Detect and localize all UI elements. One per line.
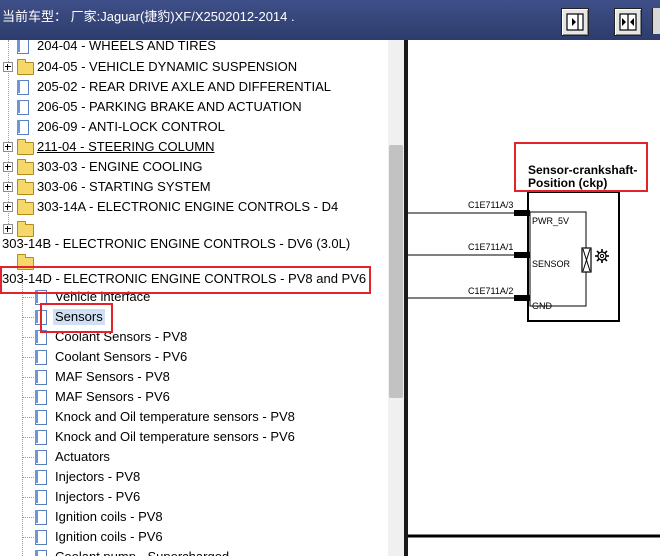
tree-child-label: Ignition coils - PV6: [55, 529, 163, 544]
service-tree: 204-04 - WHEELS AND TIRES 204-05 - VEHIC…: [0, 40, 388, 556]
tree-item-206-09[interactable]: 206-09 - ANTI-LOCK CONTROL: [0, 117, 388, 137]
tree-item-211-04[interactable]: 211-04 - STEERING COLUMN: [0, 137, 388, 157]
expand-plus-icon[interactable]: [3, 142, 13, 152]
expand-plus-icon[interactable]: [3, 162, 13, 172]
document-icon: [35, 510, 47, 525]
highlight-box-component: [514, 142, 648, 192]
tree-child-coolant-pump-supercharged[interactable]: Coolant pump - Supercharged: [0, 547, 388, 556]
tree-child-maf-sensors-pv6[interactable]: MAF Sensors - PV6: [0, 387, 388, 407]
tree-item-303-06[interactable]: 303-06 - STARTING SYSTEM: [0, 177, 388, 197]
connector-ref-label: C1E711A/2: [468, 286, 514, 296]
tree-item-303-14b[interactable]: 303-14B - ELECTRONIC ENGINE CONTROLS - D…: [0, 220, 388, 251]
document-icon: [35, 450, 47, 465]
tree-child-label: Knock and Oil temperature sensors - PV6: [55, 429, 295, 444]
tree-item-label: 204-05 - VEHICLE DYNAMIC SUSPENSION: [37, 59, 298, 74]
tree-child-label: MAF Sensors - PV8: [55, 369, 170, 384]
split-view-button[interactable]: [614, 8, 642, 36]
tree-child-label: Coolant pump - Supercharged: [55, 549, 229, 556]
folder-icon: [17, 139, 34, 155]
document-icon: [35, 370, 47, 385]
tree-item-label: 205-02 - REAR DRIVE AXLE AND DIFFERENTIA…: [37, 79, 332, 94]
document-icon: [35, 430, 47, 445]
toggle-panel-button[interactable]: [561, 8, 589, 36]
folder-icon: [17, 221, 34, 237]
connector-pin: [514, 252, 530, 258]
tree-child-label: Injectors - PV8: [55, 469, 141, 484]
tree-scrollbar-thumb[interactable]: [389, 145, 403, 398]
wiring-diagram: [408, 191, 660, 538]
tree-child-label: Actuators: [55, 449, 110, 464]
connector-pin: [514, 210, 530, 216]
folder-icon: [17, 199, 34, 215]
document-icon: [17, 120, 29, 135]
tree-item-label: 303-03 - ENGINE COOLING: [37, 159, 203, 174]
tree-child-maf-sensors-pv8[interactable]: MAF Sensors - PV8: [0, 367, 388, 387]
document-icon: [35, 530, 47, 545]
highlight-box-sensors: [40, 303, 113, 333]
pin-name-label: SENSOR: [532, 259, 571, 269]
folder-icon: [17, 179, 34, 195]
document-icon: [35, 410, 47, 425]
folder-icon: [17, 159, 34, 175]
tree-item-206-05[interactable]: 206-05 - PARKING BRAKE AND ACTUATION: [0, 97, 388, 117]
document-icon: [35, 550, 47, 556]
expand-plus-icon[interactable]: [3, 182, 13, 192]
tree-item-303-14a[interactable]: 303-14A - ELECTRONIC ENGINE CONTROLS - D…: [0, 197, 388, 217]
tree-item-label: 204-04 - WHEELS AND TIRES: [37, 40, 216, 53]
tree-child-label: Knock and Oil temperature sensors - PV8: [55, 409, 295, 424]
tree-item-label: 206-05 - PARKING BRAKE AND ACTUATION: [37, 99, 302, 114]
connector-ref-label: C1E711A/3: [468, 200, 514, 210]
tree-child-knock-oil-sensors-pv6[interactable]: Knock and Oil temperature sensors - PV6: [0, 427, 388, 447]
tree-child-ignition-coils-pv6[interactable]: Ignition coils - PV6: [0, 527, 388, 547]
tree-child-ignition-coils-pv8[interactable]: Ignition coils - PV8: [0, 507, 388, 527]
wiring-diagram-panel: C1E711A/3 C1E711A/1 C1E711A/2 PWR_5V SEN…: [408, 40, 660, 556]
connector-pin: [514, 295, 530, 301]
tree-item-204-05[interactable]: 204-05 - VEHICLE DYNAMIC SUSPENSION: [0, 57, 388, 77]
tree-child-label: Ignition coils - PV8: [55, 509, 163, 524]
tree-child-coolant-sensors-pv6[interactable]: Coolant Sensors - PV6: [0, 347, 388, 367]
pin-name-label: GND: [532, 301, 552, 311]
tree-child-actuators[interactable]: Actuators: [0, 447, 388, 467]
tree-item-label: 303-06 - STARTING SYSTEM: [37, 179, 211, 194]
tree-item-303-03[interactable]: 303-03 - ENGINE COOLING: [0, 157, 388, 177]
tree-child-knock-oil-sensors-pv8[interactable]: Knock and Oil temperature sensors - PV8: [0, 407, 388, 427]
expand-plus-icon[interactable]: [3, 202, 13, 212]
expand-plus-icon[interactable]: [3, 224, 13, 234]
tree-item-204-04[interactable]: 204-04 - WHEELS AND TIRES: [0, 40, 388, 56]
vehicle-model-label: 当前车型： 厂家:Jaguar(捷豹)XF/X2502012-2014 .: [2, 9, 295, 24]
document-icon: [35, 470, 47, 485]
document-icon: [35, 350, 47, 365]
tree-item-label: 303-14B - ELECTRONIC ENGINE CONTROLS - D…: [2, 236, 351, 251]
tree-item-label: 211-04 - STEERING COLUMN: [37, 139, 215, 154]
tree-child-injectors-pv8[interactable]: Injectors - PV8: [0, 467, 388, 487]
gear-icon: [595, 249, 609, 263]
toolbar-edge-button[interactable]: [652, 8, 660, 34]
vehicle-header-bar: 当前车型： 厂家:Jaguar(捷豹)XF/X2502012-2014 .: [0, 0, 660, 40]
tree-item-label: 206-09 - ANTI-LOCK CONTROL: [37, 119, 225, 134]
document-icon: [17, 40, 29, 54]
pin-name-label: PWR_5V: [532, 216, 570, 226]
document-icon: [17, 100, 29, 115]
tree-item-205-02[interactable]: 205-02 - REAR DRIVE AXLE AND DIFFERENTIA…: [0, 77, 388, 97]
document-icon: [17, 80, 29, 95]
expand-plus-icon[interactable]: [3, 62, 13, 72]
tree-child-label: Coolant Sensors - PV6: [55, 349, 188, 364]
tree-child-label: Injectors - PV6: [55, 489, 141, 504]
document-icon: [35, 490, 47, 505]
tree-child-injectors-pv6[interactable]: Injectors - PV6: [0, 487, 388, 507]
tree-child-label: MAF Sensors - PV6: [55, 389, 170, 404]
highlight-box-section: [0, 266, 371, 294]
folder-icon: [17, 59, 34, 75]
document-icon: [35, 390, 47, 405]
connector-ref-label: C1E711A/1: [468, 242, 514, 252]
tree-item-label: 303-14A - ELECTRONIC ENGINE CONTROLS - D…: [37, 199, 339, 214]
